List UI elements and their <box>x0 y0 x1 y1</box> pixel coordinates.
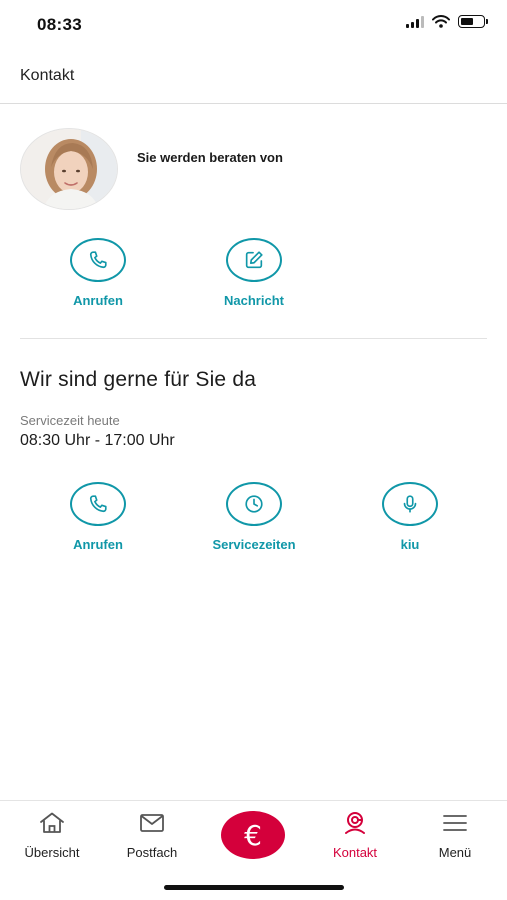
advisor-card: Sie werden beraten von <box>20 128 487 212</box>
tab-uebersicht[interactable]: Übersicht <box>7 811 97 860</box>
clock-icon <box>226 482 282 526</box>
edit-message-icon <box>226 238 282 282</box>
tab-postfach-label: Postfach <box>126 845 178 860</box>
service-hours-label: Servicezeit heute <box>20 413 120 428</box>
advisor-message-button[interactable]: Nachricht <box>199 238 309 308</box>
header: Kontakt <box>0 52 507 104</box>
menu-icon <box>443 815 467 831</box>
page-title: Kontakt <box>20 67 75 84</box>
tab-kontakt[interactable]: Kontakt <box>310 811 400 860</box>
phone-icon <box>70 238 126 282</box>
advisor-call-button[interactable]: Anrufen <box>43 238 153 308</box>
tab-menu-label: Menü <box>438 845 472 860</box>
battery-icon <box>458 15 488 28</box>
advisor-call-label: Anrufen <box>73 293 123 308</box>
divider <box>20 338 487 339</box>
contact-icon <box>345 812 365 834</box>
signal-icon <box>406 15 424 28</box>
section-title: Wir sind gerne für Sie da <box>20 368 257 391</box>
home-icon <box>40 812 64 833</box>
kiu-button[interactable]: kiu <box>355 482 465 552</box>
status-icons <box>406 15 488 28</box>
service-hours-value: 08:30 Uhr - 17:00 Uhr <box>20 432 175 449</box>
status-bar: 08:33 <box>0 0 507 52</box>
tab-menu[interactable]: Menü <box>410 811 500 860</box>
advisor-message-label: Nachricht <box>224 293 284 308</box>
tab-postfach[interactable]: Postfach <box>107 811 197 860</box>
tab-uebersicht-label: Übersicht <box>24 845 80 860</box>
service-call-label: Anrufen <box>73 537 123 552</box>
kiu-label: kiu <box>400 537 420 552</box>
tab-kontakt-label: Kontakt <box>332 845 378 860</box>
mail-icon <box>140 814 164 832</box>
service-hours-button[interactable]: Servicezeiten <box>199 482 309 552</box>
wifi-icon <box>432 15 450 28</box>
advisor-label: Sie werden beraten von <box>137 150 283 165</box>
phone-icon <box>70 482 126 526</box>
service-hours-button-label: Servicezeiten <box>212 537 296 552</box>
home-indicator[interactable] <box>164 885 344 890</box>
service-call-button[interactable]: Anrufen <box>43 482 153 552</box>
euro-button[interactable]: € <box>221 811 285 859</box>
status-time: 08:33 <box>37 15 82 34</box>
euro-icon: € <box>244 818 262 852</box>
advisor-photo <box>21 129 117 209</box>
advisor-avatar <box>20 128 118 210</box>
microphone-icon <box>382 482 438 526</box>
